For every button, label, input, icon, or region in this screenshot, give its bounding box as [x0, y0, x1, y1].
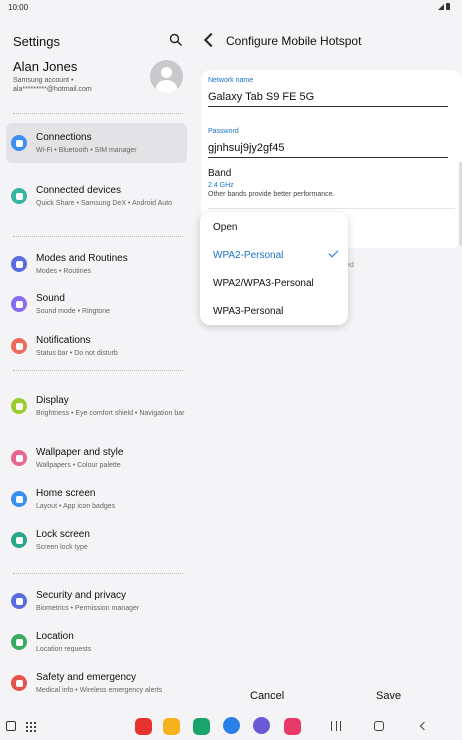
settings-item-label: Lock screen	[36, 529, 90, 540]
settings-item-label: Wallpaper and style	[36, 447, 124, 458]
network-name-label: Network name	[208, 77, 254, 84]
settings-item-location[interactable]: Location Location requests	[6, 622, 187, 662]
settings-item-home-screen[interactable]: Home screen Layout • App icon badges	[6, 479, 187, 519]
settings-item-subtitle: Screen lock type	[36, 544, 88, 551]
password-field[interactable]: gjnhsuj9jy2gf45	[208, 142, 284, 154]
settings-item-subtitle: Layout • App icon badges	[36, 503, 116, 510]
recents-icon[interactable]	[331, 721, 341, 731]
settings-item-subtitle: Wi-Fi • Bluetooth • SIM manager	[36, 147, 137, 154]
page-title: Settings	[13, 34, 60, 49]
password-label: Password	[208, 128, 239, 135]
divider	[208, 208, 455, 209]
settings-item-subtitle: Sound mode • Ringtone	[36, 308, 111, 315]
profile-email: ala*********@hotmail.com	[13, 86, 92, 93]
settings-item-label: Security and privacy	[36, 590, 127, 601]
shield-icon	[11, 593, 27, 609]
dropdown-option-wpa3-personal[interactable]: WPA3-Personal	[213, 306, 283, 317]
search-icon[interactable]	[169, 33, 183, 47]
settings-item-sound[interactable]: Sound Sound mode • Ringtone	[6, 284, 187, 324]
divider	[13, 370, 183, 371]
settings-item-subtitle: Biometrics • Permission manager	[36, 605, 140, 612]
home-icon	[11, 491, 27, 507]
checkmark-icon	[328, 247, 339, 258]
bell-icon	[11, 338, 27, 354]
settings-item-label: Location	[36, 631, 74, 642]
location-pin-icon	[11, 634, 27, 650]
network-name-underline	[208, 106, 448, 107]
wifi-icon	[11, 135, 27, 151]
home-button-icon[interactable]	[374, 721, 384, 731]
settings-item-safety-and-emergency[interactable]: Safety and emergency Medical info • Wirel…	[6, 663, 187, 703]
settings-item-subtitle: Wallpapers • Colour palette	[36, 462, 121, 469]
hotspot-header: Configure Mobile Hotspot	[196, 16, 462, 66]
settings-item-label: Notifications	[36, 335, 91, 346]
app-grid-icon[interactable]	[25, 721, 36, 732]
settings-item-security-and-privacy[interactable]: Security and privacy Biometrics • Permiss…	[6, 581, 187, 621]
cancel-button[interactable]: Cancel	[250, 690, 284, 702]
avatar[interactable]	[150, 60, 183, 93]
divider	[13, 236, 183, 237]
status-bar: 10:00	[0, 0, 462, 16]
settings-item-label: Display	[36, 395, 69, 406]
dropdown-option-open[interactable]: Open	[213, 222, 237, 233]
back-icon[interactable]	[419, 721, 429, 731]
settings-item-label: Sound	[36, 293, 65, 304]
band-label[interactable]: Band	[208, 168, 231, 179]
speaker-icon	[11, 296, 27, 312]
profile-account: Samsung account •	[13, 77, 74, 84]
settings-item-connections[interactable]: Connections Wi-Fi • Bluetooth • SIM manag…	[6, 123, 187, 163]
settings-item-label: Safety and emergency	[36, 672, 137, 683]
security-dropdown: Open WPA2-Personal WPA2/WPA3-Personal WP…	[200, 212, 348, 325]
emergency-icon	[11, 675, 27, 691]
connected-devices-icon	[11, 188, 27, 204]
password-underline	[208, 157, 448, 158]
signal-icon	[438, 4, 444, 10]
wallpaper-icon	[11, 450, 27, 466]
settings-item-subtitle: Quick Share • Samsung DeX • Android Auto	[36, 200, 173, 207]
save-button[interactable]: Save	[376, 690, 401, 702]
settings-item-label: Modes and Routines	[36, 253, 128, 264]
settings-item-modes-and-routines[interactable]: Modes and Routines Modes • Routines	[6, 244, 187, 284]
messages-app-icon[interactable]	[223, 717, 240, 734]
settings-item-subtitle: Status bar • Do not disturb	[36, 350, 118, 357]
band-value: 2.4 GHz	[208, 182, 234, 189]
settings-panel: Settings Alan Jones Samsung account • al…	[0, 16, 196, 716]
internet-app-icon[interactable]	[253, 717, 270, 734]
divider	[13, 113, 183, 114]
dropdown-option-wpa2-wpa3-personal[interactable]: WPA2/WPA3-Personal	[213, 278, 314, 289]
flipboard-app-icon[interactable]	[135, 718, 152, 735]
settings-item-subtitle: Brightness • Eye comfort shield • Naviga…	[36, 410, 185, 417]
navigation-bar	[0, 716, 462, 740]
system-icons	[438, 3, 450, 10]
lock-icon	[11, 532, 27, 548]
divider	[13, 573, 183, 574]
settings-item-subtitle: Location requests	[36, 646, 92, 653]
my-files-app-icon[interactable]	[163, 718, 180, 735]
settings-item-label: Home screen	[36, 488, 96, 499]
phone-app-icon[interactable]	[193, 718, 210, 735]
network-name-field[interactable]: Galaxy Tab S9 FE 5G	[208, 91, 314, 103]
status-time: 10:00	[8, 3, 29, 12]
dropdown-option-wpa2-personal[interactable]: WPA2-Personal	[213, 250, 283, 261]
profile-name[interactable]: Alan Jones	[13, 59, 77, 74]
back-arrow-icon[interactable]	[203, 32, 219, 48]
check-circle-icon	[11, 256, 27, 272]
settings-item-label: Connections	[36, 132, 92, 143]
settings-item-wallpaper-and-style[interactable]: Wallpaper and style Wallpapers • Colour p…	[6, 438, 187, 478]
taskbar-toggle-icon[interactable]	[6, 721, 16, 731]
settings-item-label: Connected devices	[36, 185, 122, 196]
sun-icon	[11, 398, 27, 414]
settings-item-notifications[interactable]: Notifications Status bar • Do not disturb	[6, 326, 187, 366]
band-description: Other bands provide better performance.	[208, 191, 335, 198]
settings-item-subtitle: Modes • Routines	[36, 268, 91, 275]
settings-item-lock-screen[interactable]: Lock screen Screen lock type	[6, 520, 187, 560]
settings-item-connected-devices[interactable]: Connected devices Quick Share • Samsung D…	[6, 176, 187, 216]
settings-item-display[interactable]: Display Brightness • Eye comfort shield •…	[6, 386, 187, 426]
battery-icon	[446, 3, 450, 10]
hotspot-title: Configure Mobile Hotspot	[226, 34, 362, 48]
camera-app-icon[interactable]	[284, 718, 301, 735]
settings-item-subtitle: Medical info • Wireless emergency alerts	[36, 687, 163, 694]
